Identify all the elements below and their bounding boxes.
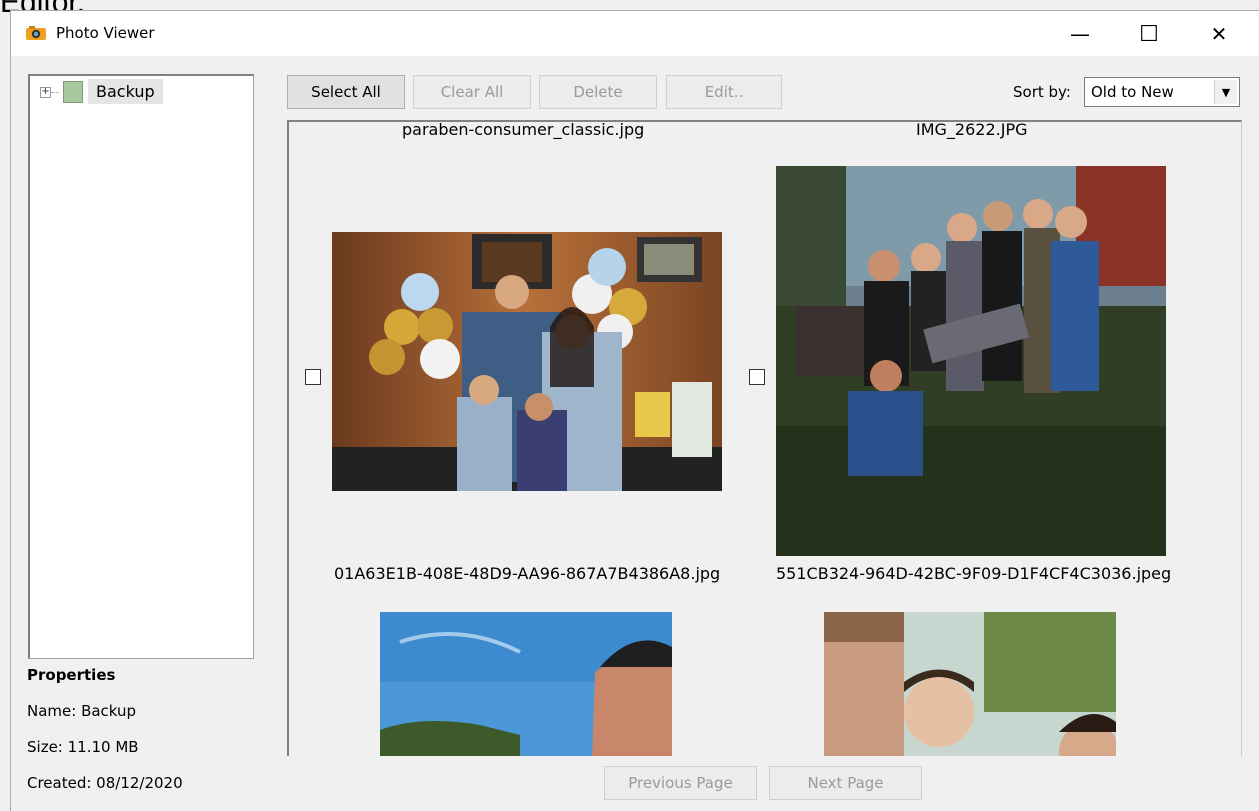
property-name: Name: Backup (27, 702, 137, 720)
select-all-button[interactable]: Select All (287, 75, 405, 109)
clear-all-button[interactable]: Clear All (413, 75, 531, 109)
photo-caption: 551CB324-964D-42BC-9F09-D1F4CF4C3036.jpe… (776, 564, 1172, 583)
tree-item-backup[interactable]: Backup (88, 79, 163, 104)
delete-button[interactable]: Delete (539, 75, 657, 109)
photo-gallery[interactable]: paraben-consumer_classic.jpg IMG_2622.JP… (287, 120, 1242, 756)
property-size: Size: 11.10 MB (27, 738, 139, 756)
sort-dropdown[interactable]: Old to New ▼ (1084, 77, 1240, 107)
photo-caption: 01A63E1B-408E-48D9-AA96-867A7B4386A8.jpg (334, 564, 721, 583)
photo-thumbnail[interactable] (776, 166, 1166, 556)
close-button[interactable]: ✕ (1191, 11, 1247, 57)
edit-button[interactable]: Edit.. (666, 75, 782, 109)
tree-expand-icon[interactable]: + (40, 87, 51, 98)
maximize-button[interactable]: ☐ (1121, 11, 1177, 57)
sort-label: Sort by: (1013, 83, 1071, 101)
title-bar: Photo Viewer — ☐ ✕ (10, 10, 1259, 56)
chevron-down-icon[interactable]: ▼ (1214, 80, 1237, 104)
photo-caption: IMG_2622.JPG (916, 120, 1028, 139)
folder-tree[interactable]: + Backup (28, 74, 254, 659)
photo-thumbnail[interactable] (380, 612, 672, 756)
next-page-button[interactable]: Next Page (769, 766, 922, 800)
window-title: Photo Viewer (56, 24, 155, 42)
photo-thumbnail[interactable] (332, 232, 722, 491)
tree-connector (51, 92, 59, 93)
photo-thumbnail[interactable] (824, 612, 1116, 756)
client-area: + Backup Properties Name: Backup Size: 1… (10, 56, 1259, 811)
minimize-button[interactable]: — (1052, 11, 1108, 57)
camera-icon (26, 26, 46, 40)
photo-caption: paraben-consumer_classic.jpg (402, 120, 645, 139)
properties-panel: Properties Name: Backup Size: 11.10 MB C… (27, 666, 183, 810)
photo-checkbox[interactable] (305, 369, 321, 385)
photo-checkbox[interactable] (749, 369, 765, 385)
previous-page-button[interactable]: Previous Page (604, 766, 757, 800)
sort-value: Old to New (1091, 83, 1174, 101)
folder-icon (63, 81, 83, 103)
properties-heading: Properties (27, 666, 116, 684)
property-created: Created: 08/12/2020 (27, 774, 183, 792)
